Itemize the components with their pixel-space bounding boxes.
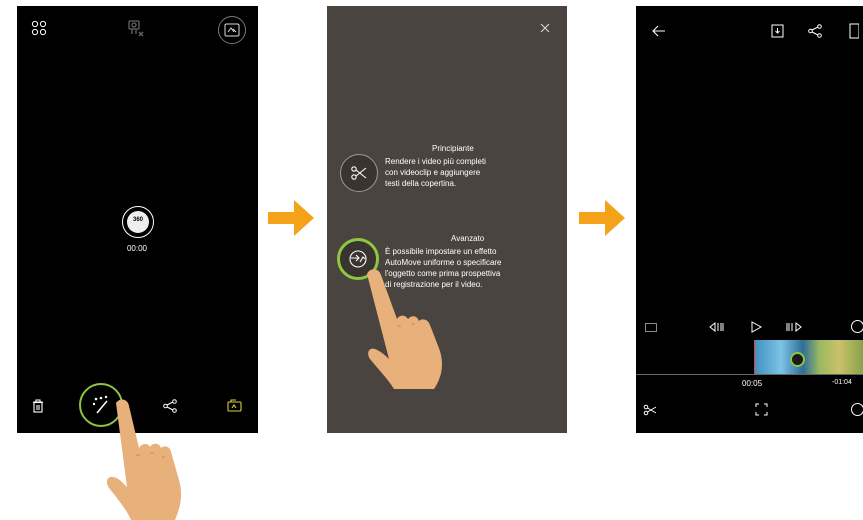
- playhead-icon[interactable]: [790, 352, 805, 367]
- advanced-description-line: È possibile impostare un effetto: [385, 247, 497, 256]
- video-editor-screen: 00:05 -01:04: [636, 6, 863, 433]
- automove-button[interactable]: [851, 320, 863, 333]
- step-arrow-icon: [268, 200, 314, 236]
- beginner-description-line: con videoclip e aggiungere: [385, 168, 481, 177]
- hand-pointer-icon: [106, 399, 182, 520]
- timeline-start-marker: [754, 340, 755, 374]
- beginner-title: Principiante: [432, 144, 474, 153]
- close-icon[interactable]: [540, 23, 550, 33]
- more-panel-icon[interactable]: [849, 23, 859, 39]
- share-icon[interactable]: [808, 24, 822, 38]
- frame-export-icon[interactable]: [771, 24, 784, 38]
- next-frame-icon[interactable]: [786, 322, 802, 332]
- grid-icon[interactable]: [31, 20, 47, 36]
- play-icon[interactable]: [751, 321, 762, 333]
- camera-settings-icon[interactable]: [126, 18, 146, 38]
- panorama-mode-button[interactable]: [218, 16, 246, 44]
- delete-icon[interactable]: [32, 399, 44, 413]
- previous-frame-icon[interactable]: [709, 322, 725, 332]
- current-time: 00:05: [742, 379, 763, 388]
- remaining-time: -01:04: [832, 379, 852, 386]
- back-arrow-icon[interactable]: [652, 25, 666, 37]
- step-arrow-icon: [579, 200, 625, 236]
- aspect-ratio-icon[interactable]: [645, 323, 657, 332]
- advanced-title: Avanzato: [451, 234, 485, 243]
- timeline-strip[interactable]: [754, 340, 863, 374]
- timeline-baseline: [636, 374, 863, 375]
- hand-pointer-icon: [367, 269, 442, 389]
- beginner-description-line: testi della copertina.: [385, 179, 457, 188]
- rotate-button[interactable]: [851, 403, 863, 416]
- record-360-badge: 360: [122, 206, 154, 238]
- beginner-description-line: Rendere i video più completi: [385, 157, 486, 166]
- trim-scissors-icon[interactable]: [643, 404, 657, 416]
- record-timer: 00:00: [126, 244, 148, 253]
- panorama-mode-icon: [224, 23, 240, 37]
- beginner-mode-button[interactable]: [340, 154, 378, 192]
- camera-screen: 360 00:00: [17, 6, 258, 433]
- crop-icon[interactable]: [755, 403, 768, 416]
- edit-mode-selection-screen: Principiante Rendere i video più complet…: [327, 6, 567, 433]
- gallery-icon[interactable]: [227, 399, 242, 412]
- badge-360-label: 360: [132, 217, 143, 223]
- scissors-icon: [351, 166, 367, 180]
